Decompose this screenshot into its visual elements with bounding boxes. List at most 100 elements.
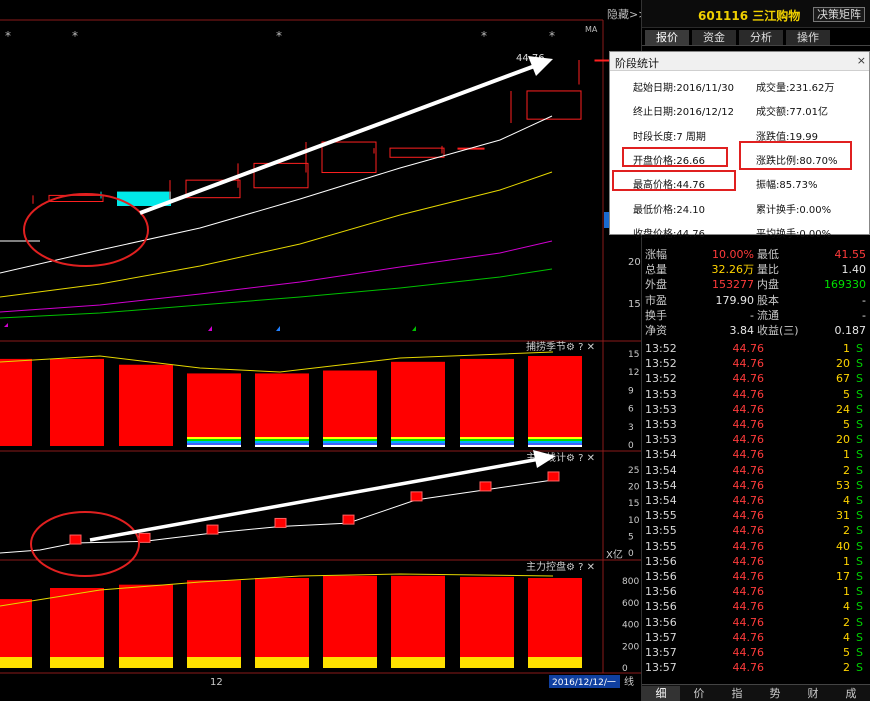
close-icon[interactable]: × [857,54,866,67]
bar-band [323,437,377,439]
bar [119,584,173,668]
quote-stat-row: 换手 - 流通 - [642,308,870,323]
highlight-box [622,147,728,167]
tick-side: S [856,615,863,629]
tick-row: 13:54 44.76 2 S [642,463,870,478]
y-tick: 0 [628,549,634,559]
tab-analysis[interactable]: 分析 [739,30,783,45]
bar-band [460,445,514,447]
tick-price: 44.76 [732,600,765,614]
y-tick: 5 [628,532,634,542]
panel-title: 主力控盘 [526,560,566,573]
tick-time: 13:54 [645,448,677,462]
panel-tools[interactable]: ⚙ ? ✕ [566,562,595,573]
tab-index[interactable]: 指 [718,686,756,701]
tick-volume: 5 [843,418,850,431]
tick-price: 44.76 [732,570,765,583]
tick-price: 44.76 [732,539,765,553]
tick-price: 44.76 [732,478,765,492]
bar-band [255,445,309,447]
panel-tools[interactable]: ⚙ ? ✕ [566,342,595,353]
tick-side: S [856,402,863,416]
bar-band [391,439,445,441]
quote-stat-row: 市盈 179.90 股本 - [642,293,870,308]
tab-quote[interactable]: 报价 [645,30,689,45]
tick-price: 44.76 [732,494,765,507]
y-tick: 15 [628,499,639,509]
tick-volume: 5 [843,387,850,401]
panel-tools[interactable]: ⚙ ? ✕ [566,453,595,464]
stat-value: 153277 [712,278,754,292]
bar-band [323,439,377,441]
bar [528,356,582,446]
stat-value: 1.40 [841,263,867,277]
bar-band [187,439,241,441]
tick-volume: 4 [843,494,850,507]
tick-time: 13:54 [645,463,677,477]
bar-band [255,441,309,443]
period-stats-popup: 阶段统计 × 起始日期:2016/11/30 成交量:231.62万 终止日期:20… [609,51,870,240]
tick-volume: 2 [843,661,850,675]
decision-matrix-button[interactable]: 决策矩阵 [813,7,865,22]
popup-titlebar: 阶段统计 × [610,52,869,71]
y-tick: 15 [628,350,639,360]
tick-price: 44.76 [732,615,765,629]
data-point [206,524,219,535]
stat-label: 最低 [757,248,779,261]
stat-label: 净资 [645,324,667,337]
tick-price: 44.76 [732,448,765,462]
tick-row: 13:53 44.76 20 S [642,432,870,447]
bar-band [528,437,582,439]
stat-value: 10.00% [712,248,754,261]
tick-volume: 5 [843,646,850,659]
bar-band [187,657,241,668]
tick-price: 44.76 [732,372,765,386]
tick-time: 13:56 [645,585,677,599]
bar-band [187,445,241,447]
tab-detail[interactable]: 细 [642,686,680,701]
bar-band [460,439,514,441]
tick-row: 13:54 44.76 53 S [642,478,870,493]
y-tick: 0 [628,441,634,451]
tab-operate[interactable]: 操作 [786,30,830,45]
tab-deals[interactable]: 成 [832,686,870,701]
bar-band [255,439,309,441]
bar-band [460,443,514,445]
main-chart-area[interactable]: * * * * * MA 20 15 44.76 捕捞季节 ⚙ ? ✕ 1512… [0,0,641,701]
tick-volume: 17 [836,570,850,583]
tick-row: 13:55 44.76 31 S [642,508,870,523]
tick-row: 13:52 44.76 1 S [642,341,870,356]
tick-price: 44.76 [732,524,765,538]
tab-finance[interactable]: 财 [794,686,832,701]
bar [460,576,514,668]
tab-funds[interactable]: 资金 [692,30,736,45]
data-point [410,491,423,502]
stat-item: 成交量:231.62万 [756,83,835,94]
y-tick: 20 [628,483,640,493]
stat-value: - [862,308,866,322]
stat-label: 流通 [757,308,779,322]
tick-side: S [856,630,863,644]
tab-trend[interactable]: 势 [756,686,794,701]
tick-volume: 1 [843,342,850,355]
tick-volume: 2 [843,463,850,477]
tick-time: 13:56 [645,554,677,568]
bar-band [255,657,309,668]
y-tick: 15 [628,299,641,310]
quote-header: 601116 三江购物 决策矩阵 [642,0,870,28]
tab-price[interactable]: 价 [680,686,718,701]
bar-band [528,443,582,445]
highlight-box [739,141,852,170]
star-marker: * [549,29,555,43]
bar-band [323,657,377,668]
stat-value: - [750,308,754,322]
data-point [479,481,492,492]
y-tick: 600 [622,599,639,609]
tick-row: 13:52 44.76 20 S [642,356,870,371]
bar [323,370,377,446]
tick-side: S [856,600,863,614]
tick-price: 44.76 [732,357,765,371]
tick-row: 13:56 44.76 17 S [642,569,870,584]
quote-stat-row: 涨幅 10.00% 最低 41.55 [642,247,870,262]
stat-value: - [862,293,866,307]
